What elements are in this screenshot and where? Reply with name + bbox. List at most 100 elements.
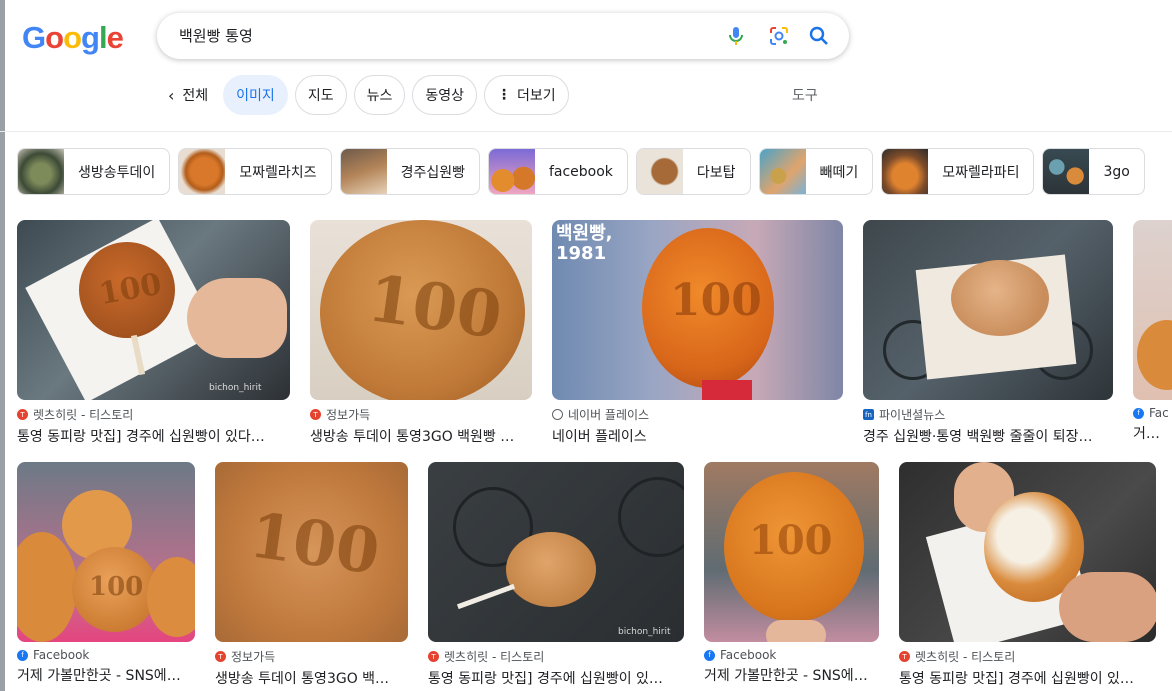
result-thumbnail[interactable]	[899, 462, 1156, 642]
source-label: 정보가득	[326, 408, 371, 422]
related-chips: 생방송투데이 모짜렐라치즈 경주십원빵 facebook 다보탑 빼떼기 모짜렐…	[17, 148, 1145, 195]
result-source[interactable]: T 렛츠히릿 - 티스토리	[17, 406, 290, 423]
image-result[interactable]: 100 f Facebook 거제 가볼만한곳 - SNS에…	[704, 462, 879, 685]
result-source[interactable]: T 정보가득	[310, 406, 532, 423]
google-image-results-page: Google 백원빵 통영 ‹ 전체 이미지 지도 뉴스 동영상 ⋮ 더보기 도…	[0, 0, 1172, 691]
image-watermark: bichon_hirit	[618, 627, 671, 637]
chip-label: 다보탑	[696, 164, 736, 181]
tab-news[interactable]: 뉴스	[353, 75, 406, 115]
result-title[interactable]: 생방송 투데이 통영3GO 백원빵 …	[310, 426, 532, 446]
search-tabs: ‹ 전체 이미지 지도 뉴스 동영상 ⋮ 더보기	[160, 75, 569, 115]
logo-letter: l	[98, 20, 108, 55]
image-result[interactable]: f Fac 거제 가	[1133, 220, 1172, 443]
result-title[interactable]: 네이버 플레이스	[552, 426, 843, 446]
image-result[interactable]: bichon_hirit T 렛츠히릿 - 티스토리 통영 동피랑 맛집] 경주에…	[428, 462, 684, 688]
search-icon[interactable]	[807, 24, 831, 48]
chip-thumbnail	[18, 149, 64, 194]
chip[interactable]: 3go	[1042, 148, 1145, 195]
result-title[interactable]: 생방송 투데이 통영3GO 백…	[215, 668, 408, 688]
chip-thumbnail	[882, 149, 929, 194]
chip[interactable]: 경주십원빵	[339, 148, 480, 195]
header-divider	[0, 131, 1172, 132]
result-title[interactable]: 통영 동피랑 맛집] 경주에 십원빵이 있…	[899, 668, 1156, 688]
tab-images[interactable]: 이미지	[223, 75, 288, 115]
result-source[interactable]: fn 파이낸셜뉴스	[863, 406, 1113, 423]
tools-button[interactable]: 도구	[792, 85, 818, 105]
result-thumbnail[interactable]: bichon_hirit	[428, 462, 684, 642]
result-thumbnail[interactable]: 100	[704, 462, 879, 642]
image-overlay-text: 백원빵, 1981	[556, 223, 613, 264]
source-label: 렛츠히릿 - 티스토리	[33, 408, 134, 422]
coin-text: 100	[670, 275, 762, 326]
result-title[interactable]: 경주 십원빵·통영 백원빵 줄줄이 퇴장…	[863, 426, 1113, 446]
source-label: 렛츠히릿 - 티스토리	[915, 650, 1016, 664]
tab-all-label: 전체	[182, 88, 209, 104]
chip[interactable]: 생방송투데이	[17, 148, 171, 195]
result-title[interactable]: 통영 동피랑 맛집] 경주에 십원빵이 있다…	[17, 426, 290, 446]
image-result[interactable]: T 렛츠히릿 - 티스토리 통영 동피랑 맛집] 경주에 십원빵이 있…	[899, 462, 1156, 688]
tistory-icon: T	[428, 651, 439, 662]
result-title[interactable]: 거제 가	[1133, 423, 1172, 443]
coin-text: 100	[245, 498, 384, 589]
chip[interactable]: 다보탑	[635, 148, 751, 195]
logo-letter: G	[22, 20, 46, 55]
tistory-icon: T	[310, 409, 321, 420]
tab-all[interactable]: ‹ 전체	[160, 75, 217, 115]
chip[interactable]: 모짜렐라치즈	[178, 148, 332, 195]
google-logo[interactable]: Google	[22, 20, 124, 56]
chip-label: 경주십원빵	[400, 164, 465, 181]
image-result[interactable]: 100 f Facebook 거제 가볼만한곳 - SNS에…	[17, 462, 195, 685]
chip-label: 생방송투데이	[78, 164, 156, 181]
logo-letter: g	[81, 20, 100, 55]
result-thumbnail[interactable]	[863, 220, 1113, 400]
search-box[interactable]: 백원빵 통영	[157, 13, 849, 59]
chip-label: 빼떼기	[819, 164, 859, 181]
result-source[interactable]: f Facebook	[17, 648, 195, 662]
globe-icon	[552, 409, 563, 420]
chevron-left-icon: ‹	[168, 85, 175, 105]
facebook-icon: f	[1133, 407, 1144, 419]
facebook-icon: f	[704, 649, 715, 661]
chip[interactable]: 모짜렐라파티	[881, 148, 1035, 195]
result-source[interactable]: T 정보가득	[215, 648, 408, 665]
image-result[interactable]: 100 백원빵, 1981 네이버 플레이스 네이버 플레이스	[552, 220, 843, 446]
image-result[interactable]: fn 파이낸셜뉴스 경주 십원빵·통영 백원빵 줄줄이 퇴장…	[863, 220, 1113, 446]
result-title[interactable]: 통영 동피랑 맛집] 경주에 십원빵이 있…	[428, 668, 684, 688]
result-source[interactable]: T 렛츠히릿 - 티스토리	[899, 648, 1156, 665]
chip-thumbnail	[759, 149, 806, 194]
result-source[interactable]: f Facebook	[704, 648, 879, 662]
result-source[interactable]: f Fac	[1133, 406, 1172, 420]
chip-label: 모짜렐라파티	[942, 164, 1020, 181]
financial-news-icon: fn	[863, 409, 874, 420]
lens-camera-icon[interactable]	[767, 24, 791, 48]
logo-letter: o	[45, 20, 64, 55]
facebook-icon: f	[17, 649, 28, 661]
result-thumbnail[interactable]: 100 백원빵, 1981	[552, 220, 843, 400]
result-thumbnail[interactable]	[1133, 220, 1172, 400]
search-input[interactable]: 백원빵 통영	[179, 25, 253, 46]
result-title[interactable]: 거제 가볼만한곳 - SNS에…	[17, 665, 195, 685]
result-thumbnail[interactable]: 100	[215, 462, 408, 642]
chip[interactable]: facebook	[487, 148, 628, 195]
tistory-icon: T	[17, 409, 28, 420]
chip-thumbnail	[179, 149, 226, 194]
image-result[interactable]: 100 T 정보가득 생방송 투데이 통영3GO 백원빵 …	[310, 220, 532, 446]
result-source[interactable]: 네이버 플레이스	[552, 406, 843, 423]
coin-text: 100	[89, 572, 144, 602]
result-title[interactable]: 거제 가볼만한곳 - SNS에…	[704, 665, 879, 685]
chip[interactable]: 빼떼기	[758, 148, 874, 195]
tab-videos[interactable]: 동영상	[412, 75, 477, 115]
chip-label: 모짜렐라치즈	[239, 164, 317, 181]
logo-letter: o	[63, 20, 82, 55]
microphone-icon[interactable]	[724, 24, 748, 48]
image-result[interactable]: 100 T 정보가득 생방송 투데이 통영3GO 백…	[215, 462, 408, 688]
image-result[interactable]: 100 bichon_hirit T 렛츠히릿 - 티스토리 통영 동피랑 맛집]…	[17, 220, 290, 446]
result-source[interactable]: T 렛츠히릿 - 티스토리	[428, 648, 684, 665]
source-label: Fac	[1149, 406, 1169, 420]
result-thumbnail[interactable]: 100	[17, 462, 195, 642]
result-thumbnail[interactable]: 100	[310, 220, 532, 400]
result-thumbnail[interactable]: 100 bichon_hirit	[17, 220, 290, 400]
tab-maps[interactable]: 지도	[294, 75, 347, 115]
chip-thumbnail	[1043, 149, 1090, 194]
tab-more[interactable]: ⋮ 더보기	[483, 75, 569, 115]
